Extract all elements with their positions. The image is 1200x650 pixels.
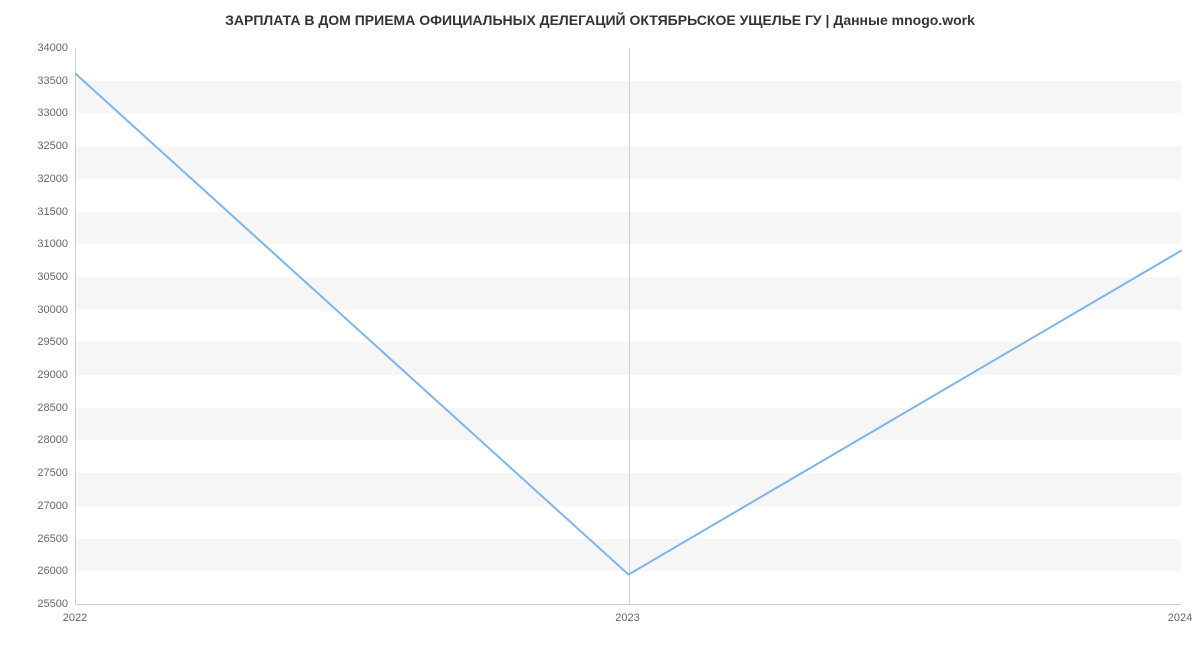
line-series xyxy=(76,48,1181,604)
y-tick-label: 32500 xyxy=(13,140,68,152)
y-tick-label: 29000 xyxy=(13,369,68,381)
y-tick-label: 26000 xyxy=(13,565,68,577)
y-tick-label: 34000 xyxy=(13,42,68,54)
y-tick-label: 27500 xyxy=(13,467,68,479)
x-tick-label: 2023 xyxy=(615,612,639,624)
y-tick-label: 30000 xyxy=(13,304,68,316)
y-tick-label: 30500 xyxy=(13,271,68,283)
y-tick-label: 28500 xyxy=(13,402,68,414)
chart-title: ЗАРПЛАТА В ДОМ ПРИЕМА ОФИЦИАЛЬНЫХ ДЕЛЕГА… xyxy=(0,12,1200,28)
salary-line xyxy=(76,74,1181,574)
salary-line-chart: ЗАРПЛАТА В ДОМ ПРИЕМА ОФИЦИАЛЬНЫХ ДЕЛЕГА… xyxy=(0,0,1200,650)
y-tick-label: 29500 xyxy=(13,336,68,348)
y-tick-label: 31500 xyxy=(13,206,68,218)
plot-area xyxy=(75,48,1181,605)
y-tick-label: 31000 xyxy=(13,238,68,250)
y-tick-label: 33500 xyxy=(13,75,68,87)
x-tick-label: 2024 xyxy=(1168,612,1192,624)
y-tick-label: 33000 xyxy=(13,107,68,119)
y-tick-label: 27000 xyxy=(13,500,68,512)
y-tick-label: 25500 xyxy=(13,598,68,610)
y-tick-label: 32000 xyxy=(13,173,68,185)
y-tick-label: 26500 xyxy=(13,533,68,545)
x-tick-label: 2022 xyxy=(63,612,87,624)
y-tick-label: 28000 xyxy=(13,434,68,446)
